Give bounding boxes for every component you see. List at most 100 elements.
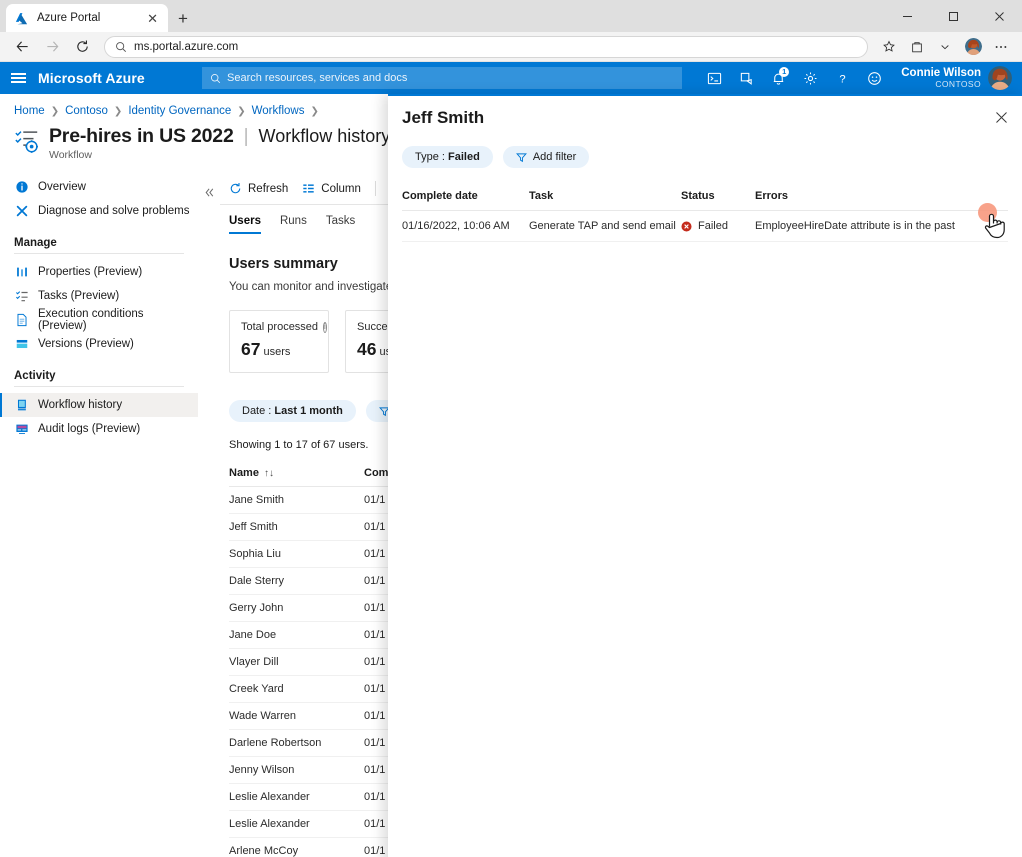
azure-header: Microsoft Azure Search resources, servic… bbox=[0, 62, 1022, 94]
settings-gear-icon[interactable] bbox=[795, 62, 825, 94]
filter-prefix: Type : bbox=[415, 151, 448, 163]
error-circle-icon bbox=[681, 221, 692, 232]
directories-subscriptions-icon[interactable] bbox=[731, 62, 761, 94]
sidebar-item-execution-conditions[interactable]: Execution conditions (Preview) bbox=[0, 308, 198, 332]
address-bar[interactable]: ms.portal.azure.com bbox=[104, 36, 868, 58]
more-settings-icon[interactable] bbox=[988, 35, 1014, 59]
cell-task: Generate TAP and send email bbox=[529, 220, 681, 232]
tab-tasks[interactable]: Tasks bbox=[326, 215, 355, 234]
browser-tab[interactable]: Azure Portal ✕ bbox=[6, 4, 168, 32]
cell-name: Leslie Alexander bbox=[229, 791, 364, 803]
cell-name: Darlene Robertson bbox=[229, 737, 364, 749]
collapse-menu-button[interactable] bbox=[198, 181, 220, 203]
notifications-bell-icon[interactable]: 1 bbox=[763, 62, 793, 94]
column-header-complete-date[interactable]: Complete date bbox=[402, 190, 529, 202]
sidebar-item-label: Properties (Preview) bbox=[38, 266, 142, 278]
new-tab-button[interactable]: + bbox=[178, 10, 188, 27]
chevron-down-icon[interactable] bbox=[932, 35, 958, 59]
column-header-task[interactable]: Task bbox=[529, 190, 681, 202]
cell-name: Jane Doe bbox=[229, 629, 364, 641]
sort-arrows-icon[interactable]: ↑↓ bbox=[264, 468, 274, 479]
close-icon[interactable] bbox=[976, 0, 1022, 32]
minimize-icon[interactable] bbox=[884, 0, 930, 32]
wrench-cross-icon bbox=[14, 204, 29, 219]
divider bbox=[375, 181, 376, 196]
account-name: Connie Wilson bbox=[901, 67, 981, 80]
browser-tab-strip: Azure Portal ✕ + bbox=[0, 0, 1022, 32]
cell-name: Arlene McCoy bbox=[229, 845, 364, 857]
flyout-filters: Type : Failed Add filter bbox=[388, 128, 1022, 168]
tab-runs[interactable]: Runs bbox=[280, 215, 307, 234]
cell-name: Sophia Liu bbox=[229, 548, 364, 560]
address-bar-url: ms.portal.azure.com bbox=[134, 41, 238, 53]
table-row[interactable]: 01/16/2022, 10:06 AM Generate TAP and se… bbox=[402, 211, 1008, 242]
collections-icon[interactable] bbox=[904, 35, 930, 59]
sidebar-item-workflow-history[interactable]: Workflow history bbox=[0, 393, 198, 417]
close-icon[interactable]: ✕ bbox=[145, 12, 160, 25]
azure-header-actions: 1 ? Connie Wilson CONTOSO bbox=[699, 62, 1014, 94]
filter-value: Failed bbox=[448, 151, 480, 163]
sidebar-item-versions[interactable]: Versions (Preview) bbox=[0, 332, 198, 356]
feedback-smiley-icon[interactable] bbox=[859, 62, 889, 94]
cell-complete-date: 01/16/2022, 10:06 AM bbox=[402, 220, 529, 232]
sidebar-item-audit-logs[interactable]: Audit logs (Preview) bbox=[0, 417, 198, 441]
help-question-icon[interactable]: ? bbox=[827, 62, 857, 94]
notification-badge: 1 bbox=[779, 67, 789, 77]
reload-icon[interactable] bbox=[68, 34, 96, 60]
forward-arrow-icon bbox=[38, 34, 66, 60]
browser-toolbar: ms.portal.azure.com bbox=[0, 32, 1022, 62]
add-filter-button[interactable]: Add filter bbox=[503, 146, 589, 168]
avatar bbox=[988, 66, 1012, 90]
tasks-checklist-icon bbox=[14, 289, 29, 304]
hamburger-menu-icon[interactable] bbox=[0, 62, 36, 94]
cloud-shell-icon[interactable] bbox=[699, 62, 729, 94]
page-title: Pre-hires in US 2022 bbox=[49, 125, 234, 148]
breadcrumb-separator: ❯ bbox=[51, 106, 59, 117]
status-badge: Failed bbox=[698, 220, 728, 232]
flyout-grid-header: Complete date Task Status Errors bbox=[402, 190, 1008, 211]
sidebar-group-manage-title: Manage bbox=[0, 223, 198, 253]
sidebar-item-diagnose[interactable]: Diagnose and solve problems bbox=[0, 199, 198, 223]
info-circle-icon[interactable]: i bbox=[323, 322, 327, 333]
cell-name: Creek Yard bbox=[229, 683, 364, 695]
refresh-button[interactable]: Refresh bbox=[229, 182, 288, 195]
breadcrumb-item-identity-governance[interactable]: Identity Governance bbox=[128, 105, 231, 117]
breadcrumb-item-home[interactable]: Home bbox=[14, 105, 45, 117]
close-icon[interactable] bbox=[990, 106, 1012, 128]
sidebar-item-overview[interactable]: Overview bbox=[0, 175, 198, 199]
column-header-status[interactable]: Status bbox=[681, 190, 755, 202]
breadcrumb-item-contoso[interactable]: Contoso bbox=[65, 105, 108, 117]
hand-cursor-icon bbox=[982, 210, 1008, 240]
title-divider: | bbox=[244, 126, 249, 148]
account-menu[interactable]: Connie Wilson CONTOSO bbox=[891, 66, 1014, 90]
cell-name: Leslie Alexander bbox=[229, 818, 364, 830]
workflow-gear-icon bbox=[14, 128, 40, 154]
filter-pill-type[interactable]: Type : Failed bbox=[402, 146, 493, 168]
audit-logs-icon bbox=[14, 422, 29, 437]
column-button[interactable]: Column bbox=[302, 182, 361, 195]
back-arrow-icon[interactable] bbox=[8, 34, 36, 60]
column-header-name[interactable]: Name↑↓ bbox=[229, 467, 364, 479]
favorites-star-icon[interactable] bbox=[876, 35, 902, 59]
breadcrumb-separator: ❯ bbox=[114, 106, 122, 117]
page-section-title: Workflow history bbox=[259, 126, 391, 147]
sidebar-item-label: Workflow history bbox=[38, 399, 122, 411]
sidebar-item-label: Overview bbox=[38, 181, 86, 193]
tab-users[interactable]: Users bbox=[229, 215, 261, 234]
global-search-input[interactable]: Search resources, services and docs bbox=[202, 67, 682, 89]
divider bbox=[14, 253, 184, 254]
filter-pill-date[interactable]: Date : Last 1 month bbox=[229, 400, 356, 422]
maximize-icon[interactable] bbox=[930, 0, 976, 32]
sidebar-item-tasks[interactable]: Tasks (Preview) bbox=[0, 284, 198, 308]
column-header-errors[interactable]: Errors bbox=[755, 190, 1008, 202]
sidebar-item-label: Diagnose and solve problems bbox=[38, 205, 190, 217]
breadcrumb-item-workflows[interactable]: Workflows bbox=[252, 105, 305, 117]
breadcrumb-separator: ❯ bbox=[237, 106, 245, 117]
breadcrumb-separator: ❯ bbox=[310, 106, 318, 117]
sidebar-item-properties[interactable]: Properties (Preview) bbox=[0, 260, 198, 284]
flyout-title: Jeff Smith bbox=[388, 96, 1022, 128]
profile-avatar-icon[interactable] bbox=[960, 35, 986, 59]
cell-name: Wade Warren bbox=[229, 710, 364, 722]
columns-icon bbox=[302, 182, 315, 195]
azure-brand[interactable]: Microsoft Azure bbox=[36, 70, 145, 86]
